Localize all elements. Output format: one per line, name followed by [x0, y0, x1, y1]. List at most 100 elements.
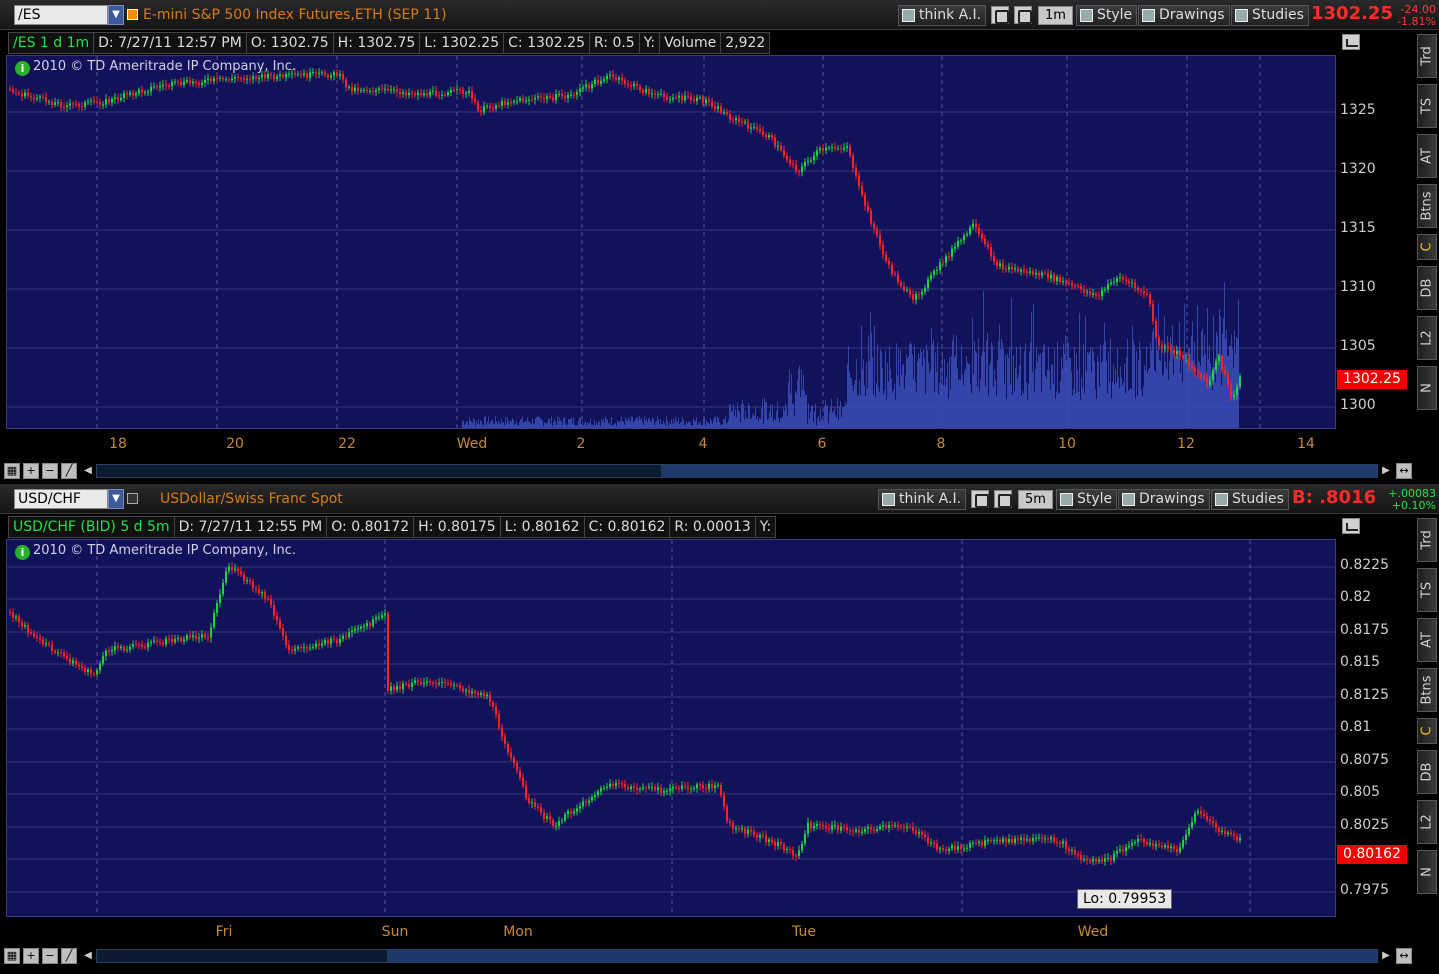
- volume-bar: [769, 412, 770, 428]
- candle-body: [99, 102, 101, 105]
- scroll-thumb[interactable]: [661, 465, 1377, 477]
- volume-bar: [742, 399, 743, 428]
- candle-body: [168, 638, 170, 640]
- volume-bar: [1203, 356, 1204, 428]
- side-tab-c[interactable]: C: [1417, 234, 1437, 260]
- side-tab-btns[interactable]: Btns: [1417, 184, 1437, 228]
- scroll-track[interactable]: [96, 464, 1378, 478]
- volume-bar: [1159, 360, 1160, 428]
- volume-bar: [1144, 365, 1145, 428]
- es-chart-canvas[interactable]: [7, 56, 1336, 429]
- volume-bar: [531, 423, 532, 428]
- side-tab-db[interactable]: DB: [1417, 266, 1437, 310]
- scroll-right-arrow[interactable]: ▶: [1380, 463, 1392, 479]
- volume-bar: [1004, 383, 1005, 428]
- studies-button[interactable]: Studies: [1231, 5, 1309, 26]
- candle-body: [756, 835, 758, 838]
- style-button[interactable]: Style: [1076, 5, 1138, 26]
- expand-icon[interactable]: ↔: [1396, 948, 1412, 964]
- expand-icon[interactable]: ↔: [1396, 463, 1412, 479]
- symbol-dropdown-button[interactable]: ▼: [108, 489, 124, 509]
- draw-line-icon[interactable]: ╱: [61, 948, 77, 964]
- scroll-thumb[interactable]: [387, 950, 1377, 962]
- drawings-button[interactable]: Drawings: [1138, 5, 1230, 26]
- volume-bar: [919, 358, 920, 428]
- side-tab-c[interactable]: C: [1417, 718, 1437, 744]
- usdchf-time-axis[interactable]: Fri Sun Mon Tue Wed: [6, 924, 1336, 944]
- candle-body: [618, 77, 620, 80]
- symbol-dropdown-button[interactable]: ▼: [108, 5, 124, 25]
- volume-bar: [719, 421, 720, 428]
- info-icon[interactable]: i: [15, 545, 30, 560]
- scroll-right-arrow[interactable]: ▶: [1380, 948, 1392, 964]
- volume-bar: [970, 384, 971, 428]
- settings-icon[interactable]: [1014, 6, 1032, 24]
- settings-icon[interactable]: [994, 490, 1012, 508]
- crosshair-icon[interactable]: [971, 490, 989, 508]
- symbol-input[interactable]: USD/CHF: [14, 489, 108, 509]
- candle-body: [372, 619, 374, 627]
- volume-bar: [1073, 389, 1074, 428]
- volume-bar: [1005, 354, 1006, 428]
- es-time-axis[interactable]: 18 20 22 Wed 2 4 6 8 10 12 14: [6, 436, 1336, 456]
- usdchf-price-chart[interactable]: i 2010 © TD Ameritrade IP Company, Inc. L…: [6, 539, 1336, 917]
- zoom-out-icon[interactable]: −: [42, 948, 58, 964]
- interval-button[interactable]: 1m: [1038, 6, 1073, 25]
- candle-body: [63, 106, 65, 108]
- scroll-track[interactable]: [96, 949, 1378, 963]
- chart-mode-icon[interactable]: [1342, 34, 1360, 50]
- crosshair-icon[interactable]: [991, 6, 1009, 24]
- style-button[interactable]: Style: [1056, 489, 1118, 510]
- scroll-left-arrow[interactable]: ◀: [82, 948, 94, 964]
- zoom-in-icon[interactable]: +: [23, 948, 39, 964]
- volume-bar: [1196, 375, 1197, 428]
- scroll-left-arrow[interactable]: ◀: [82, 463, 94, 479]
- side-tab-label: C: [1419, 726, 1435, 736]
- volume-bar: [938, 394, 939, 428]
- candle-body: [1167, 346, 1169, 349]
- volume-bar: [652, 417, 653, 428]
- es-price-chart[interactable]: i 2010 © TD Ameritrade IP Company, Inc.: [6, 55, 1336, 429]
- chart-mode-icon[interactable]: [1342, 518, 1360, 534]
- volume-bar: [615, 422, 616, 428]
- side-tab-ts[interactable]: TS: [1417, 568, 1437, 612]
- usdchf-chart-canvas[interactable]: [7, 540, 1336, 917]
- side-tab-ts[interactable]: TS: [1417, 84, 1437, 128]
- grid-icon[interactable]: ▦: [4, 948, 20, 964]
- volume-bar: [783, 406, 784, 428]
- side-tab-l2[interactable]: L2: [1417, 316, 1437, 360]
- side-tab-l2[interactable]: L2: [1417, 800, 1437, 844]
- grid-icon[interactable]: ▦: [4, 463, 20, 479]
- drawings-button[interactable]: Drawings: [1118, 489, 1210, 510]
- side-tab-at[interactable]: AT: [1417, 134, 1437, 178]
- side-tab-db[interactable]: DB: [1417, 750, 1437, 794]
- side-tab-n[interactable]: N: [1417, 366, 1437, 410]
- interval-button[interactable]: 5m: [1018, 490, 1053, 509]
- zoom-out-icon[interactable]: −: [42, 463, 58, 479]
- side-tab-trd[interactable]: Trd: [1417, 518, 1437, 562]
- think-ai-button[interactable]: think A.I.: [898, 5, 987, 26]
- volume-bar: [1021, 395, 1022, 428]
- candle-body: [834, 147, 836, 149]
- zoom-in-icon[interactable]: +: [23, 463, 39, 479]
- candle-body: [210, 627, 212, 638]
- symbol-input[interactable]: /ES: [14, 5, 108, 25]
- candle-body: [663, 93, 665, 97]
- volume-bar: [757, 416, 758, 428]
- hash-icon[interactable]: [127, 493, 138, 504]
- info-icon[interactable]: i: [15, 61, 30, 76]
- volume-bar: [1130, 387, 1131, 428]
- side-tab-trd[interactable]: Trd: [1417, 34, 1437, 78]
- candle-body: [876, 829, 878, 831]
- side-tab-n[interactable]: N: [1417, 850, 1437, 894]
- volume-bar: [1168, 380, 1169, 428]
- volume-value: 2,922: [720, 32, 771, 54]
- think-ai-button[interactable]: think A.I.: [878, 489, 967, 510]
- side-tab-at[interactable]: AT: [1417, 618, 1437, 662]
- studies-button[interactable]: Studies: [1211, 489, 1289, 510]
- candle-body: [189, 635, 191, 638]
- side-tab-btns[interactable]: Btns: [1417, 668, 1437, 712]
- volume-bar: [861, 325, 862, 428]
- flag-icon[interactable]: [127, 9, 138, 20]
- draw-line-icon[interactable]: ╱: [61, 463, 77, 479]
